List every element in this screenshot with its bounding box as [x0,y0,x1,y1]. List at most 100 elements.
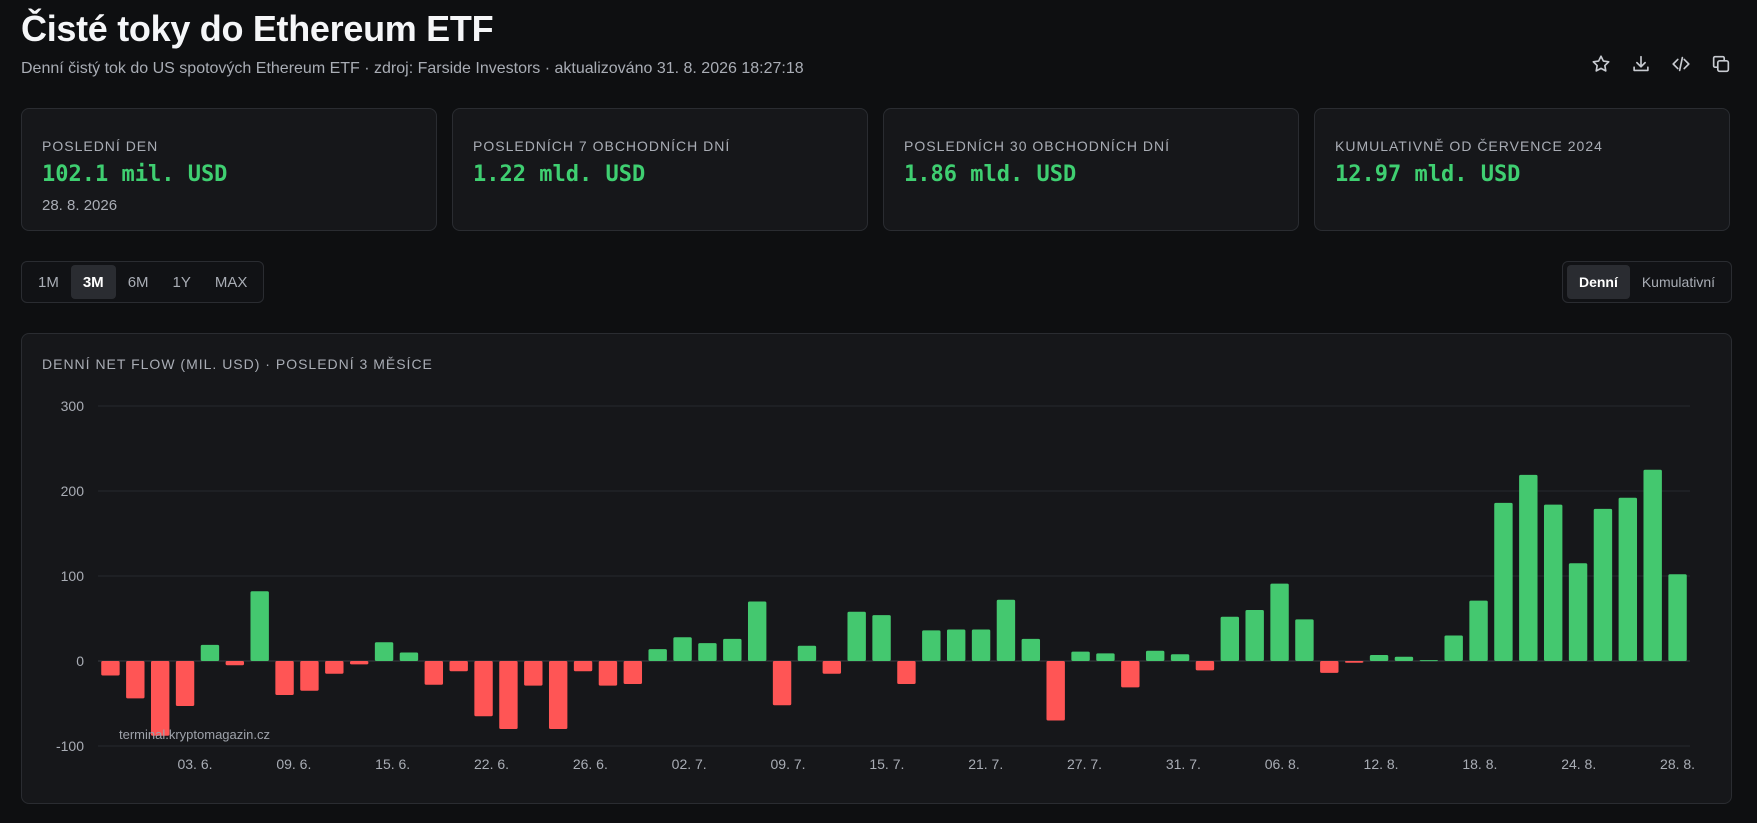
x-tick-label: 31. 7. [1166,756,1201,772]
bar[interactable] [623,661,643,684]
bar[interactable] [1519,474,1538,661]
bar[interactable] [1543,504,1563,661]
range-1y-button[interactable]: 1Y [161,265,203,299]
bar[interactable] [200,644,220,661]
bar[interactable] [275,661,294,695]
bar[interactable] [325,661,344,674]
bar[interactable] [424,661,444,685]
x-tick-label: 18. 8. [1462,756,1497,772]
bar[interactable] [300,661,319,691]
range-max-button[interactable]: MAX [203,265,260,299]
stat-card-last-day: POSLEDNÍ DEN 102.1 mil. USD 28. 8. 2026 [21,108,437,231]
range-6m-button[interactable]: 6M [116,265,161,299]
download-icon[interactable] [1629,52,1653,76]
bar[interactable] [374,642,394,661]
bar[interactable] [150,661,170,736]
bar[interactable] [225,661,245,666]
bar[interactable] [573,661,593,672]
x-tick-label: 15. 7. [869,756,904,772]
star-icon[interactable] [1589,52,1613,76]
bar[interactable] [772,661,792,706]
bar[interactable] [1494,502,1513,661]
card-value: 1.86 mld. USD [904,162,1077,187]
x-tick-label: 21. 7. [968,756,1003,772]
bar[interactable] [946,629,966,661]
bar[interactable] [250,591,269,661]
bar[interactable] [1668,574,1687,661]
bar[interactable] [1419,660,1439,662]
bar[interactable] [1643,469,1662,661]
bar[interactable] [847,611,866,661]
bar[interactable] [548,661,568,729]
bar[interactable] [101,661,120,676]
bar[interactable] [872,615,891,661]
bar[interactable] [822,661,842,674]
range-selector: 1M 3M 6M 1Y MAX [21,261,265,303]
x-tick-label: 03. 6. [177,756,212,772]
chart-panel: DENNÍ NET FLOW (MIL. USD) · POSLEDNÍ 3 M… [21,333,1732,804]
bar[interactable] [449,661,468,672]
watermark: terminal.kryptomagazin.cz [119,727,270,742]
bar[interactable] [971,629,991,661]
bar[interactable] [1195,661,1215,671]
bar[interactable] [1071,651,1090,661]
bar[interactable] [524,661,543,686]
bar[interactable] [474,661,493,717]
bar[interactable] [1568,563,1588,661]
bar[interactable] [126,661,145,699]
bar[interactable] [1444,635,1463,662]
y-tick-label: 300 [61,398,85,414]
bar[interactable] [723,638,742,661]
bar[interactable] [922,630,941,661]
bar[interactable] [1121,661,1140,688]
bar[interactable] [1096,653,1115,661]
mode-daily-button[interactable]: Denní [1566,265,1630,299]
bar[interactable] [897,661,916,684]
bar[interactable] [1295,619,1314,661]
bar[interactable] [1369,655,1389,661]
bar[interactable] [1469,600,1488,661]
bar[interactable] [1394,656,1414,661]
bar[interactable] [1245,610,1264,661]
bar[interactable] [1145,650,1165,661]
mode-toggle: Denní Kumulativní [1561,261,1732,303]
x-tick-label: 06. 8. [1265,756,1300,772]
bar[interactable] [1270,583,1289,661]
x-tick-label: 28. 8. [1660,756,1695,772]
x-tick-label: 27. 7. [1067,756,1102,772]
copy-icon[interactable] [1709,52,1733,76]
bar[interactable] [1220,616,1240,661]
bar[interactable] [1170,654,1190,661]
x-tick-label: 02. 7. [672,756,707,772]
bar[interactable] [598,661,618,686]
bar[interactable] [1618,497,1638,661]
x-tick-label: 15. 6. [375,756,410,772]
range-1m-button[interactable]: 1M [26,265,71,299]
bar[interactable] [349,661,369,665]
mode-cumulative-button[interactable]: Kumulativní [1630,265,1727,299]
bar[interactable] [1320,661,1339,673]
bar[interactable] [1046,661,1065,721]
bar[interactable] [648,649,667,661]
bar-chart: -100 0 100 200 300 03. 6. 09. 6. 15. 6. 22. 6. 26… [56,398,1695,772]
code-icon[interactable] [1669,52,1693,76]
bar[interactable] [499,661,518,729]
bar[interactable] [175,661,195,707]
bar[interactable] [673,637,692,661]
page-subtitle: Denní čistý tok do US spotových Ethereum… [21,60,804,77]
bar[interactable] [797,645,817,661]
stat-card-last-30-days: POSLEDNÍCH 30 OBCHODNÍCH DNÍ 1.86 mld. U… [883,108,1299,231]
x-tick-label: 24. 8. [1561,756,1596,772]
bar[interactable] [1593,508,1613,661]
range-3m-button[interactable]: 3M [70,265,116,299]
bar[interactable] [399,652,419,662]
bar[interactable] [1021,638,1041,661]
bar[interactable] [1344,661,1364,663]
x-tick-label: 09. 7. [771,756,806,772]
stat-card-cumulative: KUMULATIVNĚ OD ČERVENCE 2024 12.97 mld. … [1314,108,1730,231]
bar[interactable] [698,643,717,661]
bar[interactable] [996,599,1016,661]
bar[interactable] [747,601,767,662]
card-label: POSLEDNÍCH 7 OBCHODNÍCH DNÍ [473,138,731,154]
x-tick-label: 12. 8. [1364,756,1399,772]
